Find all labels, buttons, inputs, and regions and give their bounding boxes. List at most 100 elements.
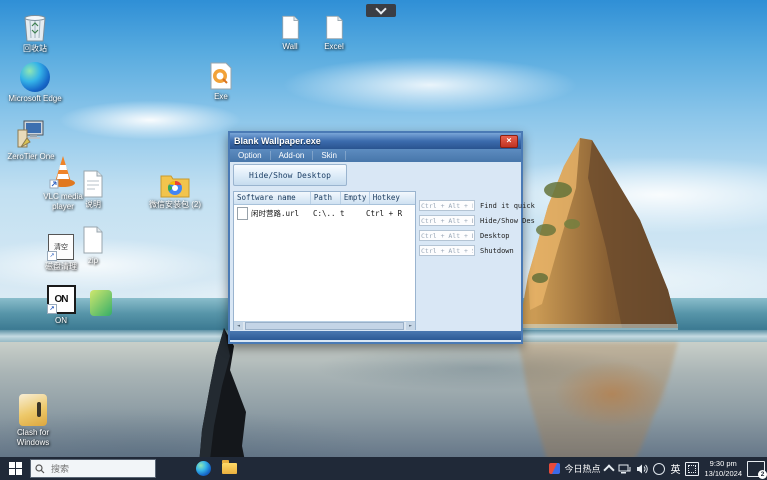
hotkey-input-desktop[interactable] (419, 230, 475, 241)
menu-item-option[interactable]: Option (230, 151, 271, 160)
desktop-icon-label: Clash for Windows (4, 428, 62, 447)
desktop-icon-label: 说明 (64, 200, 122, 210)
desktop-icon-recycle-bin[interactable]: 回收站 (6, 8, 64, 54)
window-title: Blank Wallpaper.exe (234, 136, 321, 146)
taskbar: 今日热点 英 (0, 457, 767, 480)
shortcut-arrow-icon: ↗ (47, 304, 57, 314)
network-icon (618, 463, 631, 475)
hotkey-row: Shutdown (419, 245, 518, 256)
action-center-icon: 2 (747, 461, 765, 477)
touch-keyboard-button[interactable] (685, 462, 699, 476)
desktop-icon-exe[interactable]: Exe (192, 56, 250, 102)
taskbar-search[interactable] (30, 459, 156, 478)
desktop-screen: 回收站 Microsoft Edge ZeroTier One (0, 0, 767, 480)
clock-time: 9:30 pm (704, 459, 742, 468)
desktop-icon-clash[interactable]: Clash for Windows (4, 392, 62, 447)
blank-wallpaper-window: Blank Wallpaper.exe × Option Add-on Skin… (228, 131, 523, 344)
file-explorer-icon (222, 463, 237, 474)
chevron-down-icon (375, 3, 386, 14)
desktop-icon-label: 回收站 (6, 44, 64, 54)
edge-icon (6, 58, 64, 92)
start-button[interactable] (0, 457, 30, 480)
notification-badge: 2 (758, 470, 767, 479)
volume-button[interactable] (636, 463, 648, 475)
hide-show-desktop-button[interactable]: Hide/Show Desktop (233, 164, 347, 186)
network-button[interactable] (618, 463, 631, 475)
clash-icon (4, 392, 62, 426)
cell-software-name: 闲时营路.url (251, 208, 299, 219)
close-button[interactable]: × (500, 135, 518, 148)
hotkey-row: Find it quick (419, 200, 518, 211)
desktop-icon-edge[interactable]: Microsoft Edge (6, 58, 64, 104)
exe-app-icon (192, 56, 250, 90)
scroll-right-arrow[interactable]: ► (406, 322, 415, 330)
list-row[interactable]: 闲时营路.url C:\.. t Ctrl + R (234, 205, 415, 221)
recycle-bin-icon (6, 8, 64, 42)
hidden-icons-button[interactable] (605, 463, 613, 474)
rock-island (518, 128, 678, 338)
windows-logo-icon (9, 462, 22, 475)
window-titlebar[interactable]: Blank Wallpaper.exe × (230, 133, 521, 149)
desktop-icon-label: 微信安装包 (2) (146, 200, 204, 210)
window-footer-bar (230, 331, 521, 340)
desktop-icon-label: Microsoft Edge (6, 94, 64, 104)
list-body: 闲时营路.url C:\.. t Ctrl + R (234, 205, 415, 321)
collapse-widget-button[interactable] (366, 4, 396, 17)
edge-icon (196, 461, 211, 476)
scroll-left-arrow[interactable]: ◄ (234, 322, 243, 330)
chevron-up-icon (604, 464, 615, 475)
hotkey-input-hide-show[interactable] (419, 215, 475, 226)
window-menubar: Option Add-on Skin (230, 149, 521, 162)
desktop-icon-label: Exe (192, 92, 250, 102)
ime-language-button[interactable]: 英 (670, 461, 680, 476)
taskbar-explorer-button[interactable] (216, 457, 242, 480)
desktop-icon-disk-clean[interactable]: 清空 ↗ 磁盘清理 (32, 226, 90, 272)
window-body: Hide/Show Desktop Software name Path Emp… (230, 162, 521, 331)
ime-language-label: 英 (670, 461, 680, 476)
menu-item-skin[interactable]: Skin (313, 151, 346, 160)
system-tray: 今日热点 英 (549, 457, 765, 480)
desktop-icon-installer-folder[interactable]: 微信安装包 (2) (146, 164, 204, 210)
news-label: 今日热点 (564, 462, 600, 475)
software-list: Software name Path Empty Hotkey 闲时营路.url… (233, 191, 416, 330)
hotkey-input-shutdown[interactable] (419, 245, 475, 256)
taskbar-edge-button[interactable] (190, 457, 216, 480)
desktop-icon-doc-top-2[interactable]: Excel (312, 6, 356, 52)
cell-path: C:\.. (313, 209, 340, 218)
desktop-icon-doc-note[interactable]: 说明 (64, 164, 122, 210)
column-header-path: Path (311, 192, 341, 204)
horizontal-scrollbar[interactable]: ◄ ► (234, 321, 415, 330)
list-header: Software name Path Empty Hotkey (234, 192, 415, 205)
hotkey-label: Desktop (480, 232, 510, 240)
desktop-icon-label: 磁盘清理 (32, 262, 90, 272)
hotkey-input-find[interactable] (419, 200, 475, 211)
ime-circle-icon (653, 463, 665, 475)
cell-hotkey: Ctrl + R (366, 209, 410, 218)
keyboard-icon (685, 462, 699, 476)
news-widget-button[interactable]: 今日热点 (549, 462, 600, 475)
menu-item-addon[interactable]: Add-on (271, 151, 314, 160)
desktop-icon-green-app[interactable] (72, 282, 130, 318)
action-center-button[interactable]: 2 (747, 461, 765, 477)
desktop-icon-doc-top-1[interactable]: Wall (268, 6, 312, 52)
zerotier-icon (2, 116, 60, 150)
column-header-empty: Empty (341, 192, 370, 204)
scrollbar-thumb[interactable] (245, 322, 404, 330)
taskbar-clock[interactable]: 9:30 pm 13/10/2024 (704, 459, 742, 478)
search-input[interactable] (49, 463, 139, 475)
hotkey-row: Desktop (419, 230, 518, 241)
hotkey-label: Shutdown (480, 247, 514, 255)
desktop-icon-label: Wall (268, 42, 312, 52)
chrome-folder-icon (146, 164, 204, 198)
hotkey-label: Find it quick (480, 202, 535, 210)
speaker-icon (636, 463, 648, 475)
file-icon (237, 207, 248, 220)
hotkey-label: Hide/Show Des (480, 217, 535, 225)
hotkey-panel: Find it quick Hide/Show Des Desktop Shut… (419, 200, 518, 260)
column-header-hotkey: Hotkey (370, 192, 415, 204)
search-icon (35, 464, 45, 474)
document-icon (312, 6, 356, 40)
cell-empty: t (340, 209, 366, 218)
column-header-software-name: Software name (234, 192, 311, 204)
ime-mode-button[interactable] (653, 463, 665, 475)
